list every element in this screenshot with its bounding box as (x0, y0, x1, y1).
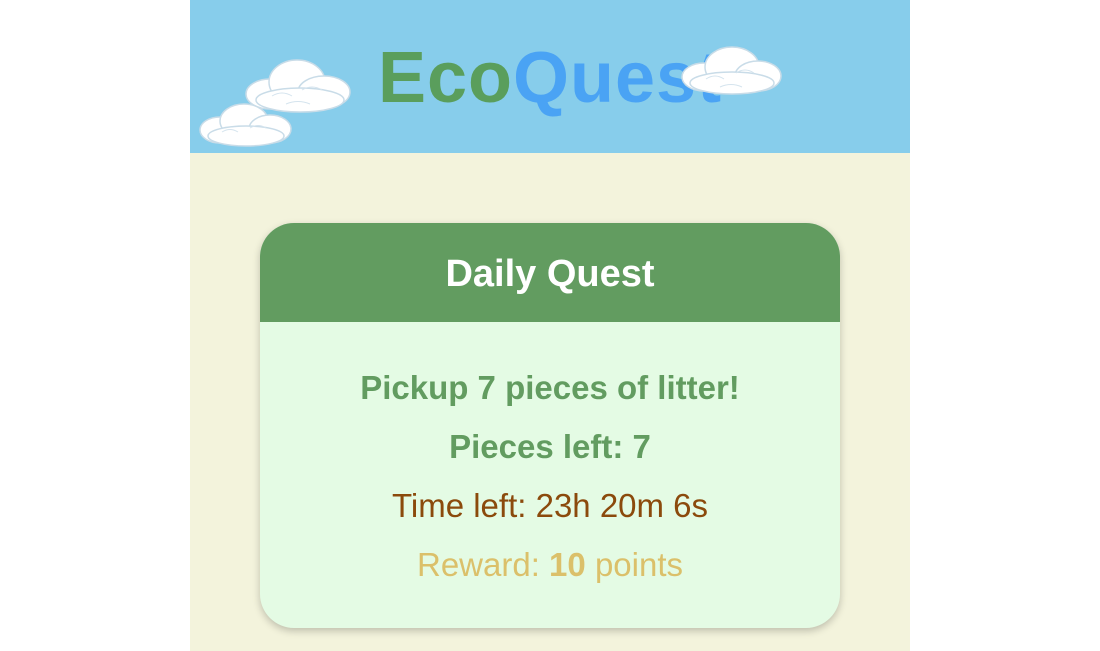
reward-suffix: points (594, 546, 683, 583)
reward-prefix: Reward: (416, 546, 540, 583)
card-title: Daily Quest (445, 253, 655, 295)
app-title-eco: Eco (377, 38, 513, 118)
time-left: Time left: 23h 20m 6s (391, 487, 709, 524)
pieces-left: Pieces left: 7 (449, 428, 651, 465)
app-title: EcoQuest (190, 38, 910, 118)
card-header: Daily Quest (260, 223, 840, 322)
reward-line: Reward: 10 points (260, 545, 840, 585)
reward-points: 10 (549, 546, 586, 583)
cloud-icon (681, 46, 782, 95)
header-banner: EcoQuest (190, 0, 910, 153)
app-screen: EcoQuest Daily Quest Pickup 7 pieces of … (190, 0, 910, 651)
quest-task: Pickup 7 pieces of litter! (360, 369, 740, 406)
daily-quest-card: Daily Quest Pickup 7 pieces of litter! P… (260, 223, 840, 628)
